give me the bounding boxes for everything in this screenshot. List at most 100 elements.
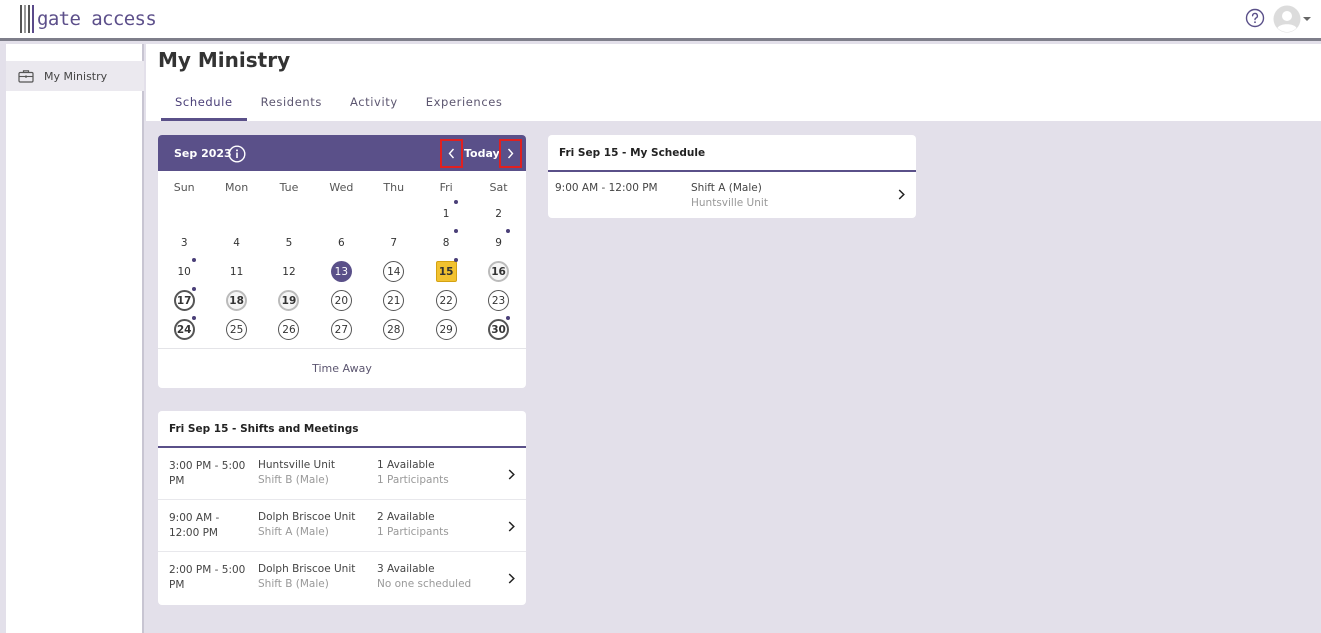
- shift-row[interactable]: 2:00 PM - 5:00 PM Dolph Briscoe Unit Shi…: [158, 552, 526, 604]
- event-dot-icon: [192, 287, 196, 291]
- calendar-day[interactable]: 4: [210, 228, 262, 257]
- chevron-right-icon: [508, 573, 515, 584]
- empty-day-cell: [210, 199, 262, 228]
- day-number: 8: [442, 236, 450, 249]
- top-bar: gate access: [0, 0, 1321, 41]
- shift-time: 3:00 PM - 5:00 PM: [169, 460, 246, 487]
- weekday-label: Sun: [173, 181, 195, 194]
- shift-row[interactable]: 9:00 AM - 12:00 PM Dolph Briscoe Unit Sh…: [158, 500, 526, 552]
- prev-month-button[interactable]: [440, 139, 463, 168]
- question-circle-icon[interactable]: [1245, 8, 1265, 28]
- day-number: 16: [488, 261, 510, 282]
- my-schedule-card: Fri Sep 15 - My Schedule 9:00 AM - 12:00…: [548, 135, 916, 218]
- empty-day-cell: [368, 199, 420, 228]
- calendar-day[interactable]: 5: [263, 228, 315, 257]
- calendar-day[interactable]: 29: [420, 315, 472, 344]
- calendar-day[interactable]: 22: [420, 286, 472, 315]
- logo-text: gate access: [37, 8, 157, 30]
- empty-day-cell: [263, 199, 315, 228]
- shift-name: Shift B (Male): [258, 578, 329, 590]
- chevron-right-icon: [507, 148, 514, 159]
- day-number: 30: [488, 319, 510, 340]
- event-dot-icon: [192, 258, 196, 262]
- sidebar: My Ministry: [6, 44, 144, 633]
- calendar-day[interactable]: 14: [368, 257, 420, 286]
- page-title: My Ministry: [158, 48, 291, 72]
- shifts-meetings-card: Fri Sep 15 - Shifts and Meetings 3:00 PM…: [158, 411, 526, 605]
- event-dot-icon: [192, 316, 196, 320]
- shift-unit: Huntsville Unit: [258, 459, 335, 471]
- calendar-day[interactable]: 2: [472, 199, 524, 228]
- tab-experiences[interactable]: Experiences: [412, 96, 517, 121]
- calendar-day[interactable]: 24: [158, 315, 210, 344]
- next-month-button[interactable]: [499, 139, 522, 168]
- calendar-day[interactable]: 3: [158, 228, 210, 257]
- empty-day-cell: [315, 199, 367, 228]
- calendar-day[interactable]: 21: [368, 286, 420, 315]
- empty-day-cell: [158, 199, 210, 228]
- today-button[interactable]: Today: [464, 147, 500, 160]
- tab-schedule[interactable]: Schedule: [161, 96, 247, 121]
- calendar-day[interactable]: 13: [315, 257, 367, 286]
- chevron-left-icon: [448, 148, 455, 159]
- calendar-day[interactable]: 7: [368, 228, 420, 257]
- day-number: 17: [173, 290, 195, 311]
- calendar-day[interactable]: 18: [210, 286, 262, 315]
- event-dot-icon: [453, 200, 458, 204]
- day-number: 27: [330, 319, 352, 340]
- day-number: 4: [233, 236, 240, 249]
- calendar-day[interactable]: 12: [263, 257, 315, 286]
- shift-participants: 1 Participants: [377, 526, 449, 538]
- event-dot-icon: [453, 258, 458, 262]
- calendar-day[interactable]: 9: [472, 228, 524, 257]
- weekday-label: Fri: [439, 181, 453, 194]
- calendar-day[interactable]: 10: [158, 257, 210, 286]
- calendar-day[interactable]: 19: [263, 286, 315, 315]
- chevron-right-icon: [898, 189, 905, 200]
- weekday-label: Sat: [489, 181, 508, 194]
- day-number: 21: [383, 290, 405, 311]
- calendar-day[interactable]: 11: [210, 257, 262, 286]
- calendar-day[interactable]: 6: [315, 228, 367, 257]
- chevron-right-icon: [508, 469, 515, 480]
- calendar-day[interactable]: 30: [472, 315, 524, 344]
- time-away-link[interactable]: Time Away: [158, 362, 526, 375]
- tab-bar: Schedule Residents Activity Experiences: [161, 96, 517, 121]
- calendar-day[interactable]: 16: [472, 257, 524, 286]
- shift-unit: Dolph Briscoe Unit: [258, 511, 356, 523]
- calendar-day[interactable]: 17: [158, 286, 210, 315]
- calendar-day[interactable]: 28: [368, 315, 420, 344]
- chevron-right-icon: [508, 521, 515, 532]
- shift-row[interactable]: 3:00 PM - 5:00 PM Huntsville Unit Shift …: [158, 448, 526, 500]
- calendar-day[interactable]: 27: [315, 315, 367, 344]
- chevron-down-icon[interactable]: [1303, 17, 1311, 21]
- day-number: 18: [226, 290, 248, 311]
- shift-available: 3 Available: [377, 563, 435, 575]
- day-number: 2: [495, 207, 502, 220]
- calendar-day[interactable]: 26: [263, 315, 315, 344]
- day-number: 25: [226, 319, 248, 340]
- calendar-card: Sep 2023 Today Sun Mon Tue Wed Thu Fri Sat 123…: [158, 135, 526, 388]
- gate-access-logo[interactable]: gate access: [20, 4, 157, 34]
- event-dot-icon: [506, 316, 511, 320]
- my-schedule-title: Fri Sep 15 - My Schedule: [548, 135, 916, 172]
- tab-activity[interactable]: Activity: [336, 96, 412, 121]
- calendar-month-label: Sep 2023: [174, 147, 232, 160]
- calendar-day[interactable]: 15: [420, 257, 472, 286]
- my-schedule-row[interactable]: 9:00 AM - 12:00 PM Shift A (Male) Huntsv…: [548, 172, 916, 216]
- day-number: 10: [177, 265, 191, 278]
- sidebar-item-my-ministry[interactable]: My Ministry: [6, 61, 144, 91]
- shift-available: 2 Available: [377, 511, 435, 523]
- calendar-day[interactable]: 1: [420, 199, 472, 228]
- day-number: 12: [282, 265, 296, 278]
- tab-residents[interactable]: Residents: [247, 96, 336, 121]
- info-icon[interactable]: [228, 145, 246, 163]
- day-number: 7: [390, 236, 398, 249]
- shift-participants: No one scheduled: [377, 578, 472, 590]
- calendar-day[interactable]: 23: [472, 286, 524, 315]
- user-avatar-icon[interactable]: [1273, 5, 1301, 33]
- calendar-day[interactable]: 20: [315, 286, 367, 315]
- calendar-day[interactable]: 8: [420, 228, 472, 257]
- calendar-day[interactable]: 25: [210, 315, 262, 344]
- logo-bars-icon: [20, 5, 34, 33]
